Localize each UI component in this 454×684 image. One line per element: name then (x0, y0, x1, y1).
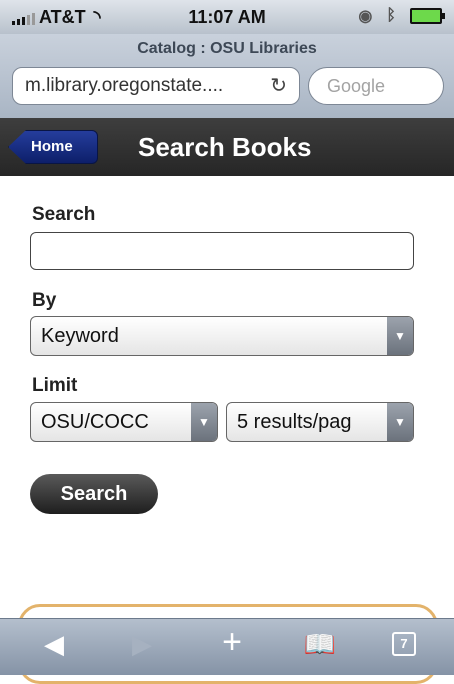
chevron-down-icon: ▼ (387, 403, 413, 441)
add-icon[interactable]: + (212, 623, 252, 662)
by-select-value: Keyword (41, 325, 119, 347)
search-button[interactable]: Search (30, 474, 158, 514)
results-select[interactable]: 5 results/pag ▼ (226, 402, 414, 442)
limit-label: Limit (32, 375, 78, 396)
nav-bar: Home Search Books (0, 118, 454, 176)
alarm-icon: ◉ (358, 8, 373, 25)
location-select-value: OSU/COCC (41, 411, 149, 433)
bookmarks-icon[interactable]: 📖 (300, 629, 340, 660)
battery-icon (410, 8, 445, 24)
tabs-icon[interactable]: 7 (392, 632, 416, 656)
url-field[interactable]: m.library.oregonstate.... ↻ (12, 67, 300, 105)
status-bar: AT&T ◝ 11:07 AM ◉ ᛒ (0, 0, 454, 34)
page-title: Catalog : OSU Libraries (137, 40, 317, 57)
home-button[interactable]: Home (8, 130, 98, 164)
search-label: Search (32, 204, 96, 225)
nav-title: Search Books (138, 132, 312, 162)
by-label: By (32, 290, 57, 311)
by-select[interactable]: Keyword ▼ (30, 316, 414, 356)
bluetooth-icon: ᛒ (386, 7, 396, 24)
forward-arrow-icon[interactable]: ▶ (122, 629, 162, 660)
location-select[interactable]: OSU/COCC ▼ (30, 402, 218, 442)
reload-icon[interactable]: ↻ (270, 73, 287, 98)
google-placeholder: Google (327, 76, 386, 96)
chevron-down-icon: ▼ (387, 317, 413, 355)
results-select-value: 5 results/pag (237, 411, 352, 433)
browser-bar: Catalog : OSU Libraries m.library.oregon… (0, 34, 454, 119)
search-input[interactable] (30, 232, 414, 270)
status-icons: ◉ ᛒ (358, 6, 445, 26)
url-text: m.library.oregonstate.... (25, 75, 224, 96)
chevron-down-icon: ▼ (191, 403, 217, 441)
google-search-field[interactable]: Google (308, 67, 444, 105)
back-arrow-icon[interactable]: ◀ (34, 629, 74, 660)
browser-toolbar: ◀ ▶ + 📖 7 (0, 618, 454, 675)
